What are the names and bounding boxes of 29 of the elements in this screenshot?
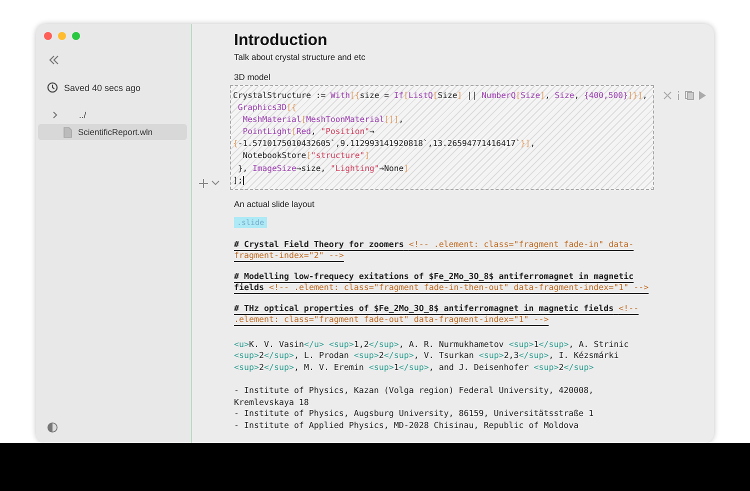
notebook-subtitle: Talk about crystal structure and etc (234, 52, 366, 62)
affiliation-line: - Institute of Physics, Augsburg University, 86159, Universitätsstraße 1 (234, 408, 595, 420)
collapse-sidebar-icon[interactable] (48, 55, 60, 65)
save-status: Saved 40 secs ago (64, 82, 141, 92)
chevron-icon (51, 111, 59, 119)
cell-label: 3D model (234, 72, 272, 82)
file-tree-item[interactable]: ../ (38, 107, 187, 123)
affiliation-line: - Institute of Applied Physics, MD-2028 Chisinau, Republic of Moldova (234, 420, 580, 432)
markdown-heading: # Modelling low-frequecy exitations of $Fe_2Mo_3O_8$ antiferromagnet in magnetic fields <!-- .element: class="fragment fade-in-then-out" data-fragment-index="1" --> (234, 270, 650, 294)
markdown-heading: # Crystal Field Theory for zoomers <!-- .element: class="fragment fade-in" data-fragment-index="2" --> (234, 238, 635, 262)
minimize-window-button[interactable] (58, 32, 66, 40)
clock-icon (47, 82, 58, 93)
code-editor[interactable]: CrystalStructure := With[{size = If[ListQ[Size] || NumberQ[Size], Size, {400,500}]}], Graphics3D[{ MeshMaterial[MeshToonMaterial[]], PointLight[Red, "Position"→ {-1.5710175010432605`,9.112993141920818`,13.26594771416417`}], NotebookStore["structure"] }, ImageSize→size, "Lighting"→None] ]; (230, 85, 654, 190)
zoom-window-button[interactable] (72, 32, 80, 40)
info-icon[interactable] (677, 91, 680, 100)
cell-label: An actual slide layout (234, 198, 316, 209)
affiliation-line: - Institute of Physics, Kazan (Volga region) Federal University, 420008, Kremlevskaya 18 (234, 385, 595, 408)
add-cell-icon[interactable] (199, 178, 208, 188)
markdown-heading: # THz optical properties of $Fe_2Mo_3O_8$ antiferromagnet in magnetic fields <!-- .element: class="fragment fade-out" data-fragment-index="1" --> (234, 302, 640, 326)
author-list: <u>K. V. Vasin</u> <sup>1,2</sup>, A. R. Nurmukhametov <sup>1</sup>, A. Strinic <sup>2</sup>, L. Prodan <sup>2</sup>, V. Tsurkan <sup>2,3</sup>, I. Kézsmárki <sup>2</sup>, M. V. Eremin <sup>1</sup>, and J. Deisenhofer <sup>2</sup> (234, 338, 634, 374)
close-window-button[interactable] (44, 32, 52, 40)
copy-icon[interactable] (685, 91, 694, 100)
file-tree-item[interactable]: ScientificReport.wln (38, 124, 187, 140)
close-icon[interactable] (663, 91, 672, 100)
theme-toggle-icon[interactable] (47, 422, 58, 433)
notebook-title: Introduction (234, 32, 328, 50)
caret-icon[interactable] (211, 180, 220, 186)
file-icon (63, 126, 72, 138)
run-icon[interactable] (699, 91, 706, 100)
